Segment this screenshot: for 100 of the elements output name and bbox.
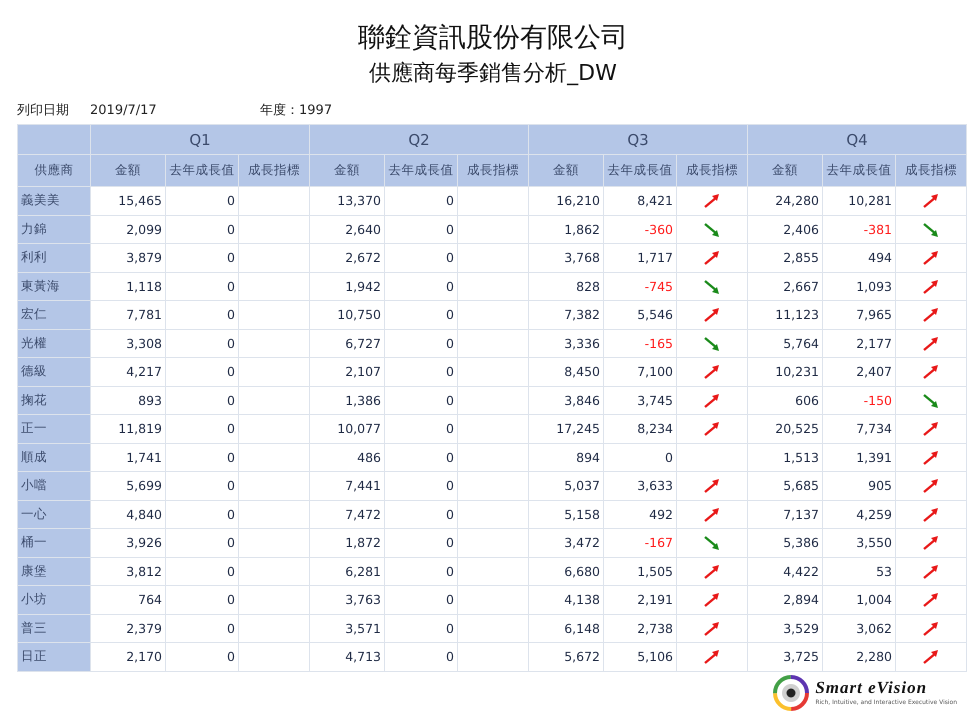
growth-cell: 0 — [384, 443, 458, 472]
up-arrow-icon — [702, 307, 722, 324]
amount-cell: 7,441 — [310, 472, 384, 500]
growth-cell: -150 — [822, 386, 896, 414]
growth-cell: 3,062 — [822, 614, 896, 642]
growth-cell: 0 — [166, 443, 238, 472]
supplier-cell: 宏仁 — [18, 300, 90, 329]
growth-cell: -167 — [604, 528, 676, 557]
supplier-cell: 東黃海 — [18, 272, 90, 300]
growth-cell: 3,745 — [604, 386, 676, 414]
growth-cell: 0 — [384, 528, 458, 557]
up-arrow-icon — [921, 478, 941, 494]
amount-cell: 2,894 — [748, 586, 822, 614]
growth-cell: 0 — [384, 272, 458, 300]
amount-cell: 2,170 — [90, 642, 166, 671]
amount-cell: 3,812 — [90, 557, 166, 586]
amount-cell: 2,640 — [310, 215, 384, 244]
column-header: 成長指標 — [458, 154, 528, 186]
growth-cell: 8,421 — [604, 186, 676, 215]
up-arrow-icon — [702, 478, 722, 494]
down-arrow-icon — [702, 535, 722, 552]
amount-cell: 1,118 — [90, 272, 166, 300]
amount-cell: 5,764 — [748, 329, 822, 358]
amount-cell: 486 — [310, 443, 384, 472]
growth-cell: 0 — [384, 472, 458, 500]
growth-cell: 0 — [166, 528, 238, 557]
amount-cell: 894 — [528, 443, 604, 472]
amount-cell: 3,571 — [310, 614, 384, 642]
amount-cell: 764 — [90, 586, 166, 614]
column-header: 成長指標 — [896, 154, 966, 186]
up-arrow-icon — [921, 564, 941, 580]
print-date-value: 2019/7/17 — [90, 102, 158, 120]
amount-cell: 1,386 — [310, 386, 384, 414]
up-arrow-icon — [921, 535, 941, 552]
amount-cell: 11,123 — [748, 300, 822, 329]
up-arrow-icon — [921, 193, 941, 210]
growth-cell: 0 — [166, 272, 238, 300]
growth-cell: 0 — [166, 557, 238, 586]
column-header: 金額 — [528, 154, 604, 186]
amount-cell: 13,370 — [310, 186, 384, 215]
amount-cell: 2,667 — [748, 272, 822, 300]
up-arrow-icon — [921, 250, 941, 266]
amount-cell: 3,846 — [528, 386, 604, 414]
logo-name: Smart eVision — [815, 678, 928, 698]
up-arrow-icon — [702, 592, 722, 608]
amount-cell: 4,422 — [748, 557, 822, 586]
amount-cell: 606 — [748, 386, 822, 414]
growth-cell: 4,259 — [822, 500, 896, 528]
amount-cell: 10,750 — [310, 300, 384, 329]
column-header: 成長指標 — [676, 154, 748, 186]
supplier-cell: 德級 — [18, 358, 90, 386]
up-arrow-icon — [921, 450, 941, 466]
amount-cell: 1,513 — [748, 443, 822, 472]
up-arrow-icon — [921, 364, 941, 380]
growth-cell: 53 — [822, 557, 896, 586]
amount-cell: 828 — [528, 272, 604, 300]
amount-cell: 2,379 — [90, 614, 166, 642]
year-value: 1997 — [299, 102, 332, 120]
growth-cell: 2,177 — [822, 329, 896, 358]
growth-cell: 0 — [604, 443, 676, 472]
amount-cell: 7,781 — [90, 300, 166, 329]
supplier-cell: 日正 — [18, 642, 90, 671]
growth-cell: -745 — [604, 272, 676, 300]
amount-cell: 7,137 — [748, 500, 822, 528]
amount-cell: 2,099 — [90, 215, 166, 244]
amount-cell: 2,107 — [310, 358, 384, 386]
growth-cell: 0 — [166, 642, 238, 671]
growth-cell: 0 — [384, 215, 458, 244]
up-arrow-icon — [702, 506, 722, 523]
amount-cell: 5,386 — [748, 528, 822, 557]
amount-cell: 6,727 — [310, 329, 384, 358]
down-arrow-icon — [702, 278, 722, 295]
growth-cell: 0 — [384, 186, 458, 215]
supplier-cell: 利利 — [18, 244, 90, 272]
growth-cell: 0 — [384, 642, 458, 671]
down-arrow-icon — [921, 222, 941, 238]
supplier-cell: 小噹 — [18, 472, 90, 500]
amount-cell: 3,725 — [748, 642, 822, 671]
up-arrow-icon — [921, 421, 941, 438]
amount-cell: 6,281 — [310, 557, 384, 586]
amount-cell: 3,336 — [528, 329, 604, 358]
amount-cell: 7,382 — [528, 300, 604, 329]
amount-cell: 2,406 — [748, 215, 822, 244]
up-arrow-icon — [702, 193, 722, 210]
amount-cell: 2,672 — [310, 244, 384, 272]
growth-cell: 0 — [166, 414, 238, 443]
supplier-cell: 力錦 — [18, 215, 90, 244]
supplier-cell: 一心 — [18, 500, 90, 528]
growth-cell: 0 — [384, 586, 458, 614]
amount-cell: 4,840 — [90, 500, 166, 528]
amount-cell: 10,231 — [748, 358, 822, 386]
growth-cell: 0 — [166, 215, 238, 244]
up-arrow-icon — [921, 336, 941, 352]
supplier-cell: 桶一 — [18, 528, 90, 557]
amount-cell: 5,685 — [748, 472, 822, 500]
amount-cell: 3,308 — [90, 329, 166, 358]
amount-cell: 20,525 — [748, 414, 822, 443]
amount-cell: 17,245 — [528, 414, 604, 443]
growth-cell: 0 — [384, 386, 458, 414]
growth-cell: 0 — [166, 500, 238, 528]
